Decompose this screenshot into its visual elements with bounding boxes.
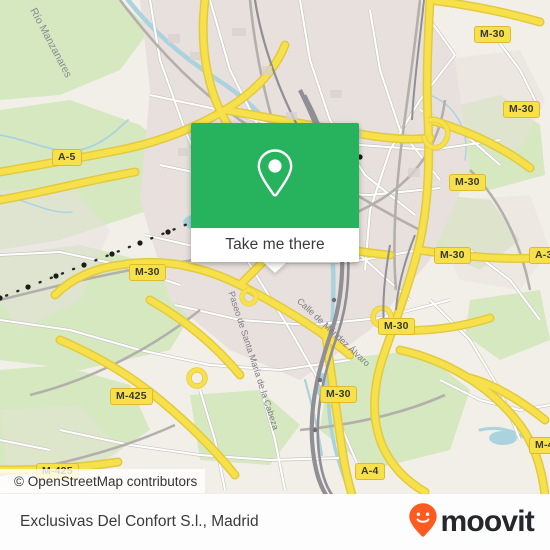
map-pin-icon	[255, 147, 295, 204]
road-shield-m30-n2[interactable]: M-30	[503, 101, 540, 118]
road-shield-m425-1[interactable]: M-425	[110, 388, 153, 405]
moovit-smiley-pin-icon	[408, 502, 438, 543]
road-shield-m30-s2[interactable]: M-30	[320, 386, 357, 403]
map-attribution[interactable]: © OpenStreetMap contributors	[0, 469, 206, 493]
moovit-logo[interactable]: moovit	[408, 502, 535, 543]
road-shield-a4[interactable]: A-4	[355, 463, 385, 480]
place-title: Exclusivas Del Confort S.l., Madrid	[20, 513, 259, 530]
road-shield-m30-s1[interactable]: M-30	[378, 318, 415, 335]
popup-cta-area[interactable]: Take me there	[191, 228, 359, 262]
footer-bar: Exclusivas Del Confort S.l., Madrid moov…	[0, 494, 550, 550]
take-me-there-popup[interactable]: Take me there	[191, 123, 359, 262]
screenshot-root: Río Manzanares Paseo de Santa María de l…	[0, 0, 550, 550]
popup-icon-area	[191, 123, 359, 228]
road-shield-m30-e2[interactable]: M-30	[434, 247, 471, 264]
popup-pointer-tail	[263, 262, 287, 273]
road-shield-a3[interactable]: A-3	[529, 247, 550, 264]
road-shield-m30-n1[interactable]: M-30	[474, 26, 511, 43]
road-shield-a5[interactable]: A-5	[52, 149, 82, 166]
take-me-there-label: Take me there	[225, 236, 325, 253]
road-shield-m30-w1[interactable]: M-30	[129, 264, 166, 281]
road-shield-m40[interactable]: M-40	[529, 437, 550, 454]
attribution-text: © OpenStreetMap contributors	[14, 473, 198, 489]
road-shield-m30-e1[interactable]: M-30	[449, 174, 486, 191]
moovit-wordmark: moovit	[440, 505, 534, 538]
